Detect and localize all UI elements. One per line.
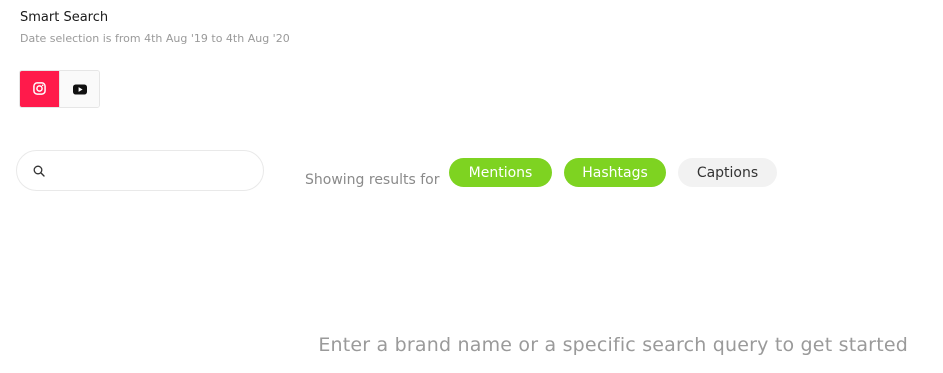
page-title: Smart Search — [20, 10, 109, 25]
empty-state-message: Enter a brand name or a specific search … — [318, 334, 908, 356]
search-box[interactable] — [16, 150, 264, 191]
smart-search-page: Smart Search Date selection is from 4th … — [0, 0, 943, 373]
results-filter-label: Showing results for — [305, 172, 440, 188]
youtube-button[interactable] — [59, 71, 99, 107]
youtube-icon — [72, 80, 87, 99]
filter-chip-captions[interactable]: Captions — [678, 158, 777, 187]
platform-switcher — [19, 70, 100, 108]
instagram-button[interactable] — [20, 71, 59, 107]
filter-chip-hashtags[interactable]: Hashtags — [564, 158, 666, 187]
filter-chip-mentions[interactable]: Mentions — [449, 158, 552, 187]
instagram-icon — [33, 80, 46, 99]
search-icon — [32, 164, 46, 178]
date-range-text: Date selection is from 4th Aug '19 to 4t… — [20, 32, 290, 45]
search-input[interactable] — [54, 162, 249, 179]
